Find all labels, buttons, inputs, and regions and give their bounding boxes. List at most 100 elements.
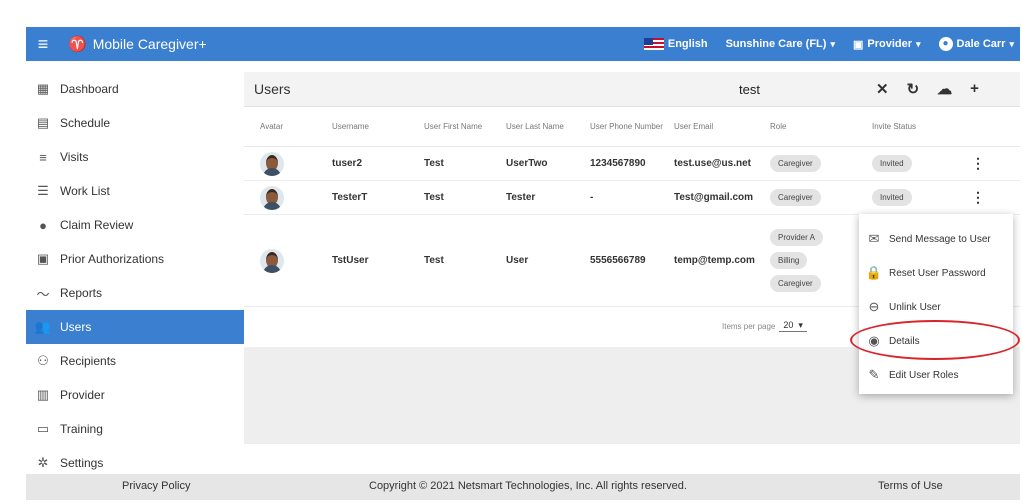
sidebar-item-label: Reports: [60, 286, 103, 300]
account-menu[interactable]: ● Dale Carr ▾: [938, 37, 1014, 51]
row-more-menu-icon[interactable]: ⋮: [958, 189, 998, 206]
role-chip: Caregiver: [770, 275, 821, 292]
provider-badge-icon: ▣: [852, 38, 864, 51]
gear-icon: ✲: [37, 455, 49, 470]
sidebar-item-reports[interactable]: 〜 Reports: [26, 276, 244, 310]
user-actions-menu: ✉ Send Message to User 🔒 Reset User Passwor…: [859, 214, 1013, 394]
menu-item-label: Unlink User: [889, 301, 941, 313]
hamburger-menu-icon[interactable]: ≡: [28, 34, 58, 55]
add-icon[interactable]: +: [970, 80, 979, 98]
last-name-cell: Tester: [506, 192, 536, 203]
role-selector[interactable]: ▣ Provider ▾: [853, 38, 921, 51]
invite-status-chip: Invited: [872, 189, 912, 206]
sidebar-item-label: Visits: [60, 150, 89, 164]
items-per-page-select[interactable]: 20 ▾: [779, 320, 807, 332]
sidebar-item-recipients[interactable]: ⚇ Recipients: [26, 344, 244, 378]
menu-item-label: Send Message to User: [889, 233, 991, 245]
sidebar-item-users[interactable]: 👥 Users: [26, 310, 244, 344]
search-input[interactable]: test: [739, 82, 760, 97]
sidebar-item-label: Settings: [60, 456, 104, 470]
table-row[interactable]: tuser2 Test UserTwo 1234567890 test.use@us.n…: [244, 147, 1020, 181]
chevron-down-icon: ▾: [830, 38, 835, 49]
sidebar-item-training[interactable]: ▭ Training: [26, 412, 244, 446]
language-label: English: [667, 38, 708, 50]
chevron-down-icon: ▾: [1009, 38, 1014, 49]
sidebar-item-claim-review[interactable]: ● Claim Review: [26, 208, 244, 242]
sidebar-item-label: Provider: [60, 388, 105, 402]
column-header[interactable]: Role: [766, 122, 858, 131]
role-cell: Provider A Billing Caregiver: [766, 229, 858, 292]
avatar-cell: [244, 151, 320, 176]
invite-status-chip: Invited: [872, 155, 912, 172]
role-cell: Caregiver: [766, 189, 858, 206]
role-label: Provider: [867, 38, 913, 50]
column-header[interactable]: User Phone Number: [580, 122, 674, 131]
column-header[interactable]: Invite Status: [858, 122, 958, 131]
sidebar-item-label: Work List: [60, 184, 110, 198]
phone-cell: -: [590, 192, 594, 203]
avatar: [260, 151, 284, 176]
page-title: Users: [254, 81, 291, 97]
column-header[interactable]: User Email: [674, 122, 766, 131]
sidebar-item-provider[interactable]: ▥ Provider: [26, 378, 244, 412]
column-header[interactable]: Username: [320, 122, 412, 131]
refresh-icon[interactable]: ↻: [907, 80, 920, 98]
people-outline-icon: ⚇: [37, 353, 49, 368]
invite-status-cell: Invited: [858, 155, 958, 172]
sidebar-item-visits[interactable]: ≡ Visits: [26, 140, 244, 174]
role-chip: Caregiver: [770, 189, 821, 206]
sidebar-item-prior-authorizations[interactable]: ▣ Prior Authorizations: [26, 242, 244, 276]
sidebar-item-label: Prior Authorizations: [60, 252, 165, 266]
username-cell: TstUser: [332, 255, 369, 266]
agency-label: Sunshine Care (FL): [725, 38, 827, 50]
table-row[interactable]: TesterT Test Tester - Test@gmail.com Caregive…: [244, 181, 1020, 215]
avatar: [260, 248, 284, 273]
invite-status-cell: Invited: [858, 189, 958, 206]
app-brand: ♈ Mobile Caregiver+: [68, 35, 207, 53]
sidebar-item-label: Schedule: [60, 116, 111, 130]
avatar-cell: [244, 185, 320, 210]
role-chip: Billing: [770, 252, 808, 269]
user-name: Dale Carr: [956, 38, 1006, 50]
language-selector[interactable]: English: [643, 38, 708, 50]
clipboard-icon: ▥: [36, 387, 50, 402]
table-header: Avatar Username User First Name User Las…: [244, 107, 1020, 147]
training-icon: ▭: [36, 421, 50, 436]
mail-icon: ✉: [868, 231, 880, 246]
calendar-day-icon: ▣: [36, 251, 50, 266]
menu-item-edit-user-roles[interactable]: ✎ Edit User Roles: [859, 358, 1013, 392]
sidebar-item-label: Dashboard: [60, 82, 119, 96]
caregiver-logo-icon: ♈: [68, 36, 87, 53]
role-chip: Caregiver: [770, 155, 821, 172]
row-more-menu-icon[interactable]: ⋮: [958, 155, 998, 172]
phone-cell: 1234567890: [590, 158, 646, 169]
clear-search-icon[interactable]: ✕: [876, 80, 889, 98]
footer: Privacy Policy Copyright © 2021 Netsmart…: [26, 474, 1020, 500]
agency-selector[interactable]: Sunshine Care (FL) ▾: [726, 38, 835, 50]
sidebar-item-schedule[interactable]: ▤ Schedule: [26, 106, 244, 140]
menu-item-send-message-to-user[interactable]: ✉ Send Message to User: [859, 222, 1013, 256]
menu-item-reset-user-password[interactable]: 🔒 Reset User Password: [859, 256, 1013, 290]
column-header[interactable]: User Last Name: [494, 122, 580, 131]
top-app-bar: ≡ ♈ Mobile Caregiver+ English Sunshine C…: [26, 27, 1020, 61]
cloud-upload-icon[interactable]: ☁: [937, 80, 952, 98]
app-name: Mobile Caregiver+: [92, 36, 207, 52]
people-icon: 👥: [34, 319, 52, 334]
role-chip: Provider A: [770, 229, 823, 246]
sidebar-item-work-list[interactable]: ☰ Work List: [26, 174, 244, 208]
menu-item-unlink-user[interactable]: ⊖ Unlink User: [859, 290, 1013, 324]
alert-icon: ●: [39, 217, 47, 233]
terms-of-use-link[interactable]: Terms of Use: [878, 480, 943, 492]
email-cell: temp@temp.com: [674, 255, 755, 266]
email-cell: test.use@us.net: [674, 158, 751, 169]
phone-cell: 5556566789: [590, 255, 646, 266]
privacy-policy-link[interactable]: Privacy Policy: [122, 480, 190, 492]
sidebar-nav: ▦ Dashboard ▤ Schedule ≡ Visits ☰ Work List ● Cla…: [26, 72, 244, 480]
account-icon: ●: [938, 37, 953, 51]
sidebar-item-label: Recipients: [60, 354, 117, 368]
username-cell: tuser2: [332, 158, 363, 169]
sidebar-item-dashboard[interactable]: ▦ Dashboard: [26, 72, 244, 106]
chevron-down-icon: ▾: [916, 38, 921, 49]
column-header[interactable]: User First Name: [412, 122, 494, 131]
calendar-icon: ▤: [36, 115, 50, 130]
